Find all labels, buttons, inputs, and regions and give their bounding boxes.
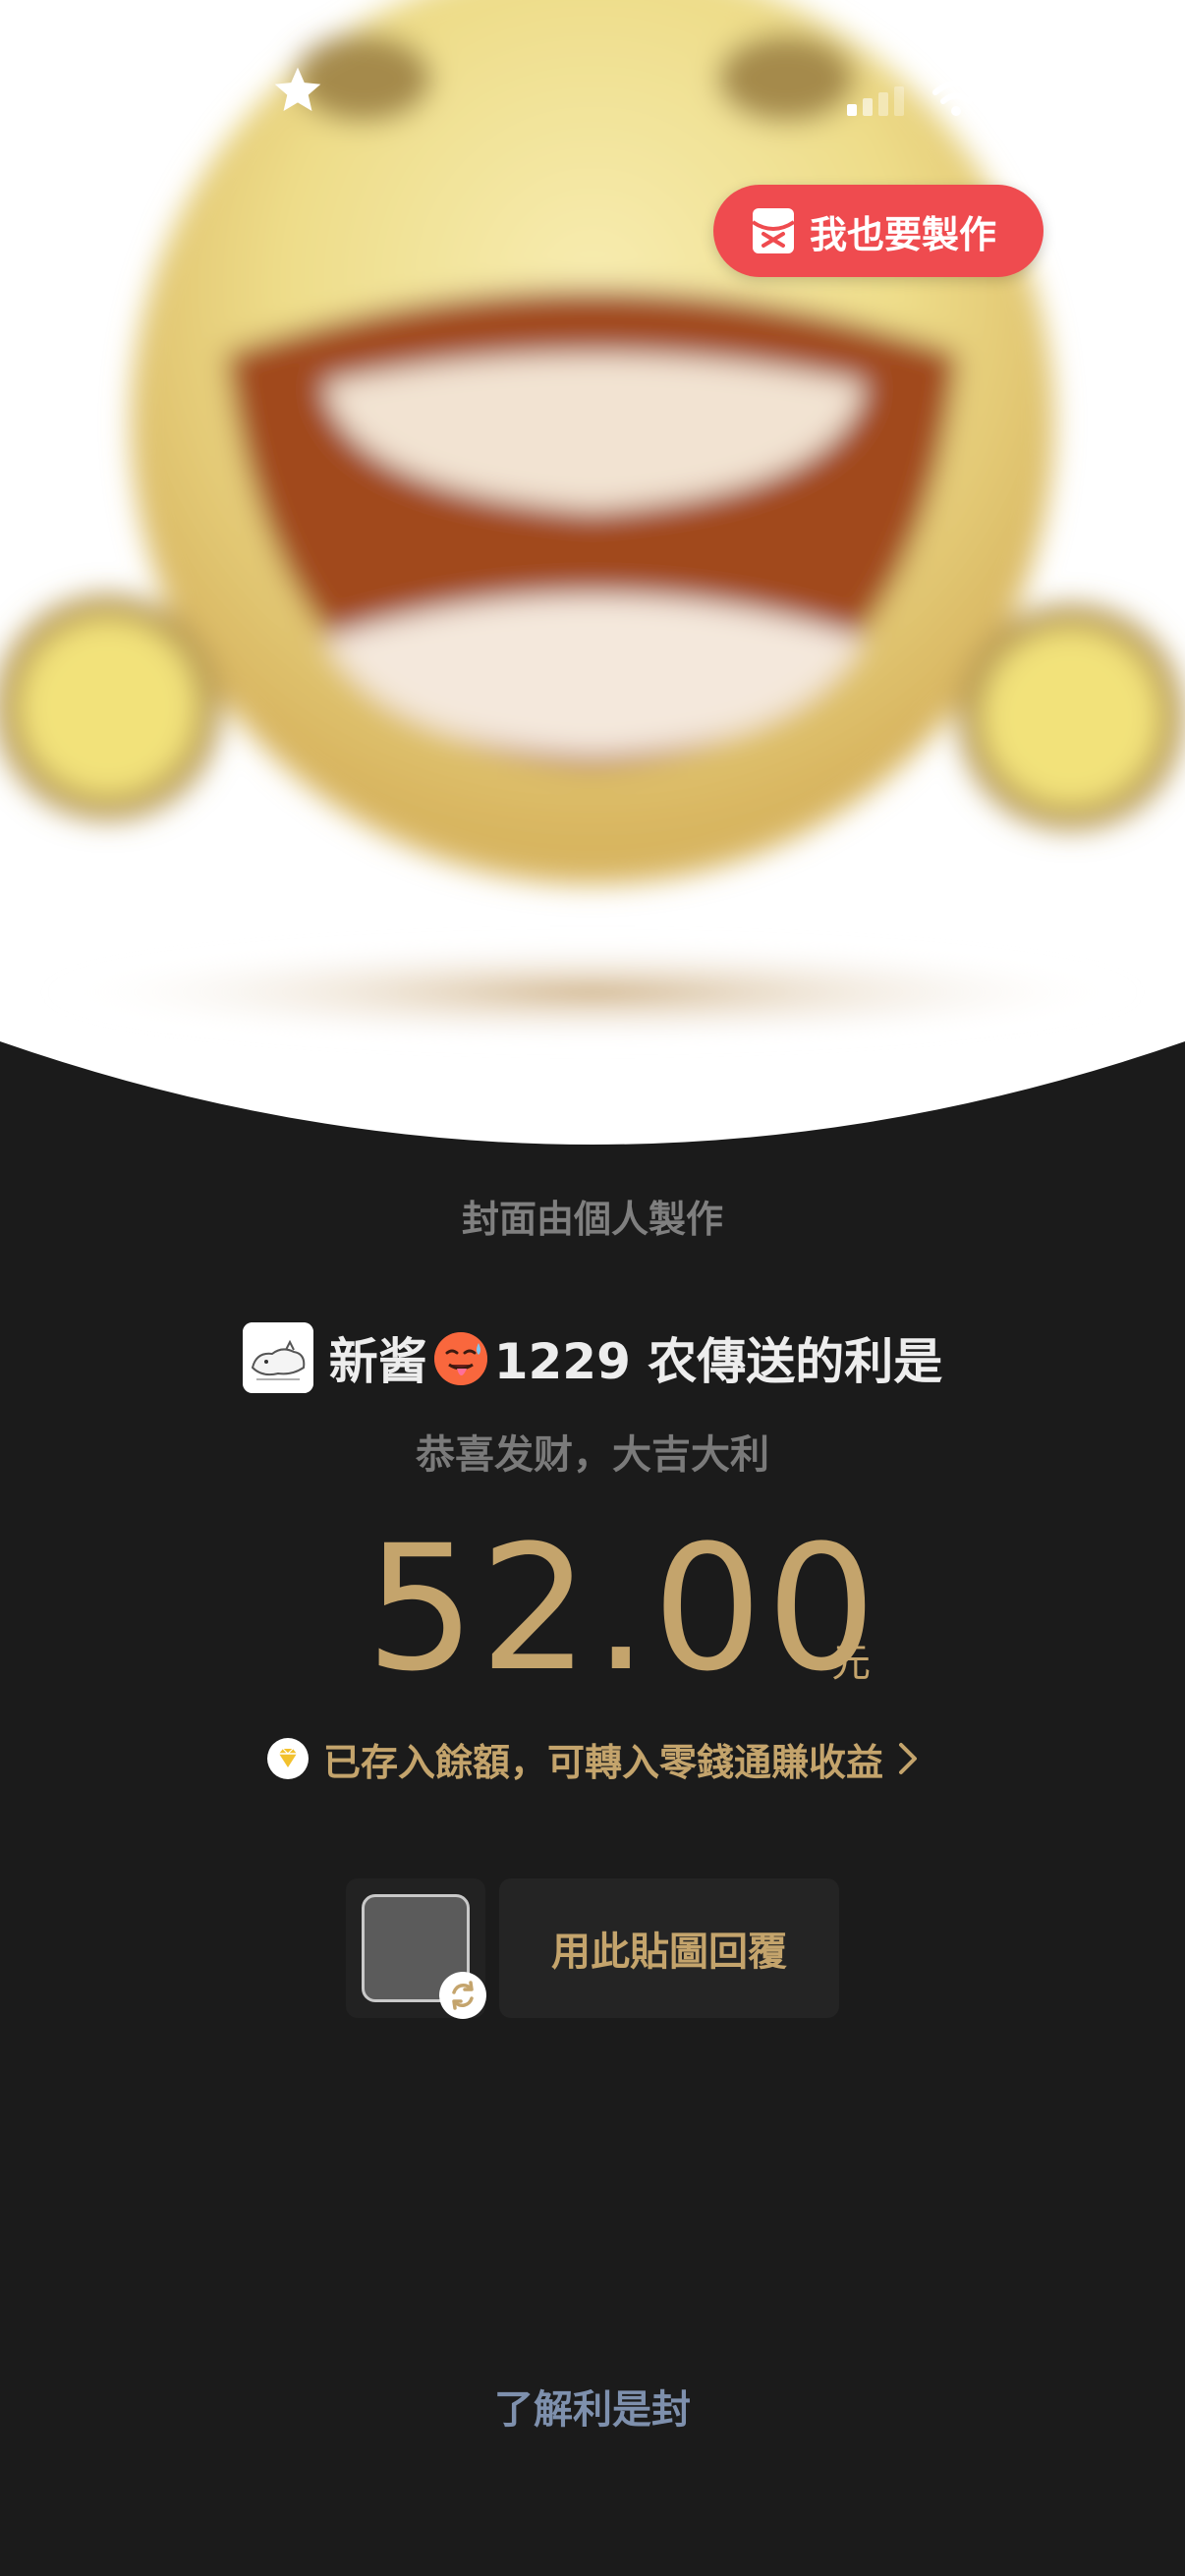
balance-link[interactable]: 已存入餘額，可轉入零錢通賺收益 [0, 1729, 1185, 1788]
sender-row: 新酱 1229 农傳送的利是 [0, 1318, 1185, 1397]
amount-unit: 元 [831, 1641, 871, 1686]
signal-icon [847, 86, 904, 116]
cover-credit: 封面由個人製作 [461, 1198, 723, 1241]
blessing-text: 恭喜发财，大吉大利 [416, 1432, 769, 1478]
sender-avatar[interactable] [242, 1322, 313, 1393]
sender-name-prefix: 新酱 [328, 1333, 427, 1390]
hot-face-emoji [433, 1332, 487, 1385]
make-cover-button[interactable]: 我也要製作 [713, 185, 1044, 277]
red-packet-icon [751, 208, 796, 253]
make-cover-label: 我也要製作 [810, 212, 997, 256]
sender-name: 新酱 1229 农傳送的利是 [328, 1322, 943, 1393]
balance-text: 已存入餘額，可轉入零錢通賺收益 [322, 1740, 883, 1784]
reply-with-sticker-button[interactable]: 用此貼圖回覆 [499, 1878, 839, 2018]
cover-area: 7 我也要製作 [0, 0, 1185, 1159]
refresh-icon[interactable] [438, 1971, 487, 2020]
wifi-icon [932, 81, 980, 116]
learn-red-packet-cover-link[interactable]: 了解利是封 [0, 2378, 1185, 2435]
chevron-right-icon [899, 1743, 917, 1774]
sticker-selector[interactable] [346, 1878, 487, 2020]
diamond-coin-icon [266, 1738, 309, 1779]
star-icon [274, 67, 321, 111]
red-packet-detail-page: 7 我也要製作 封面由個人製作 新酱 1229 农傳送的利是 恭喜发财，大吉大利… [0, 0, 1185, 2576]
status-bar: 7 [0, 0, 1185, 187]
amount-value: 52.00 [366, 1508, 880, 1709]
status-time: 7 [147, 61, 185, 120]
amount-row: 52.00 元 [0, 1521, 1185, 1698]
sender-name-suffix: 1229 农傳送的利是 [493, 1333, 943, 1390]
